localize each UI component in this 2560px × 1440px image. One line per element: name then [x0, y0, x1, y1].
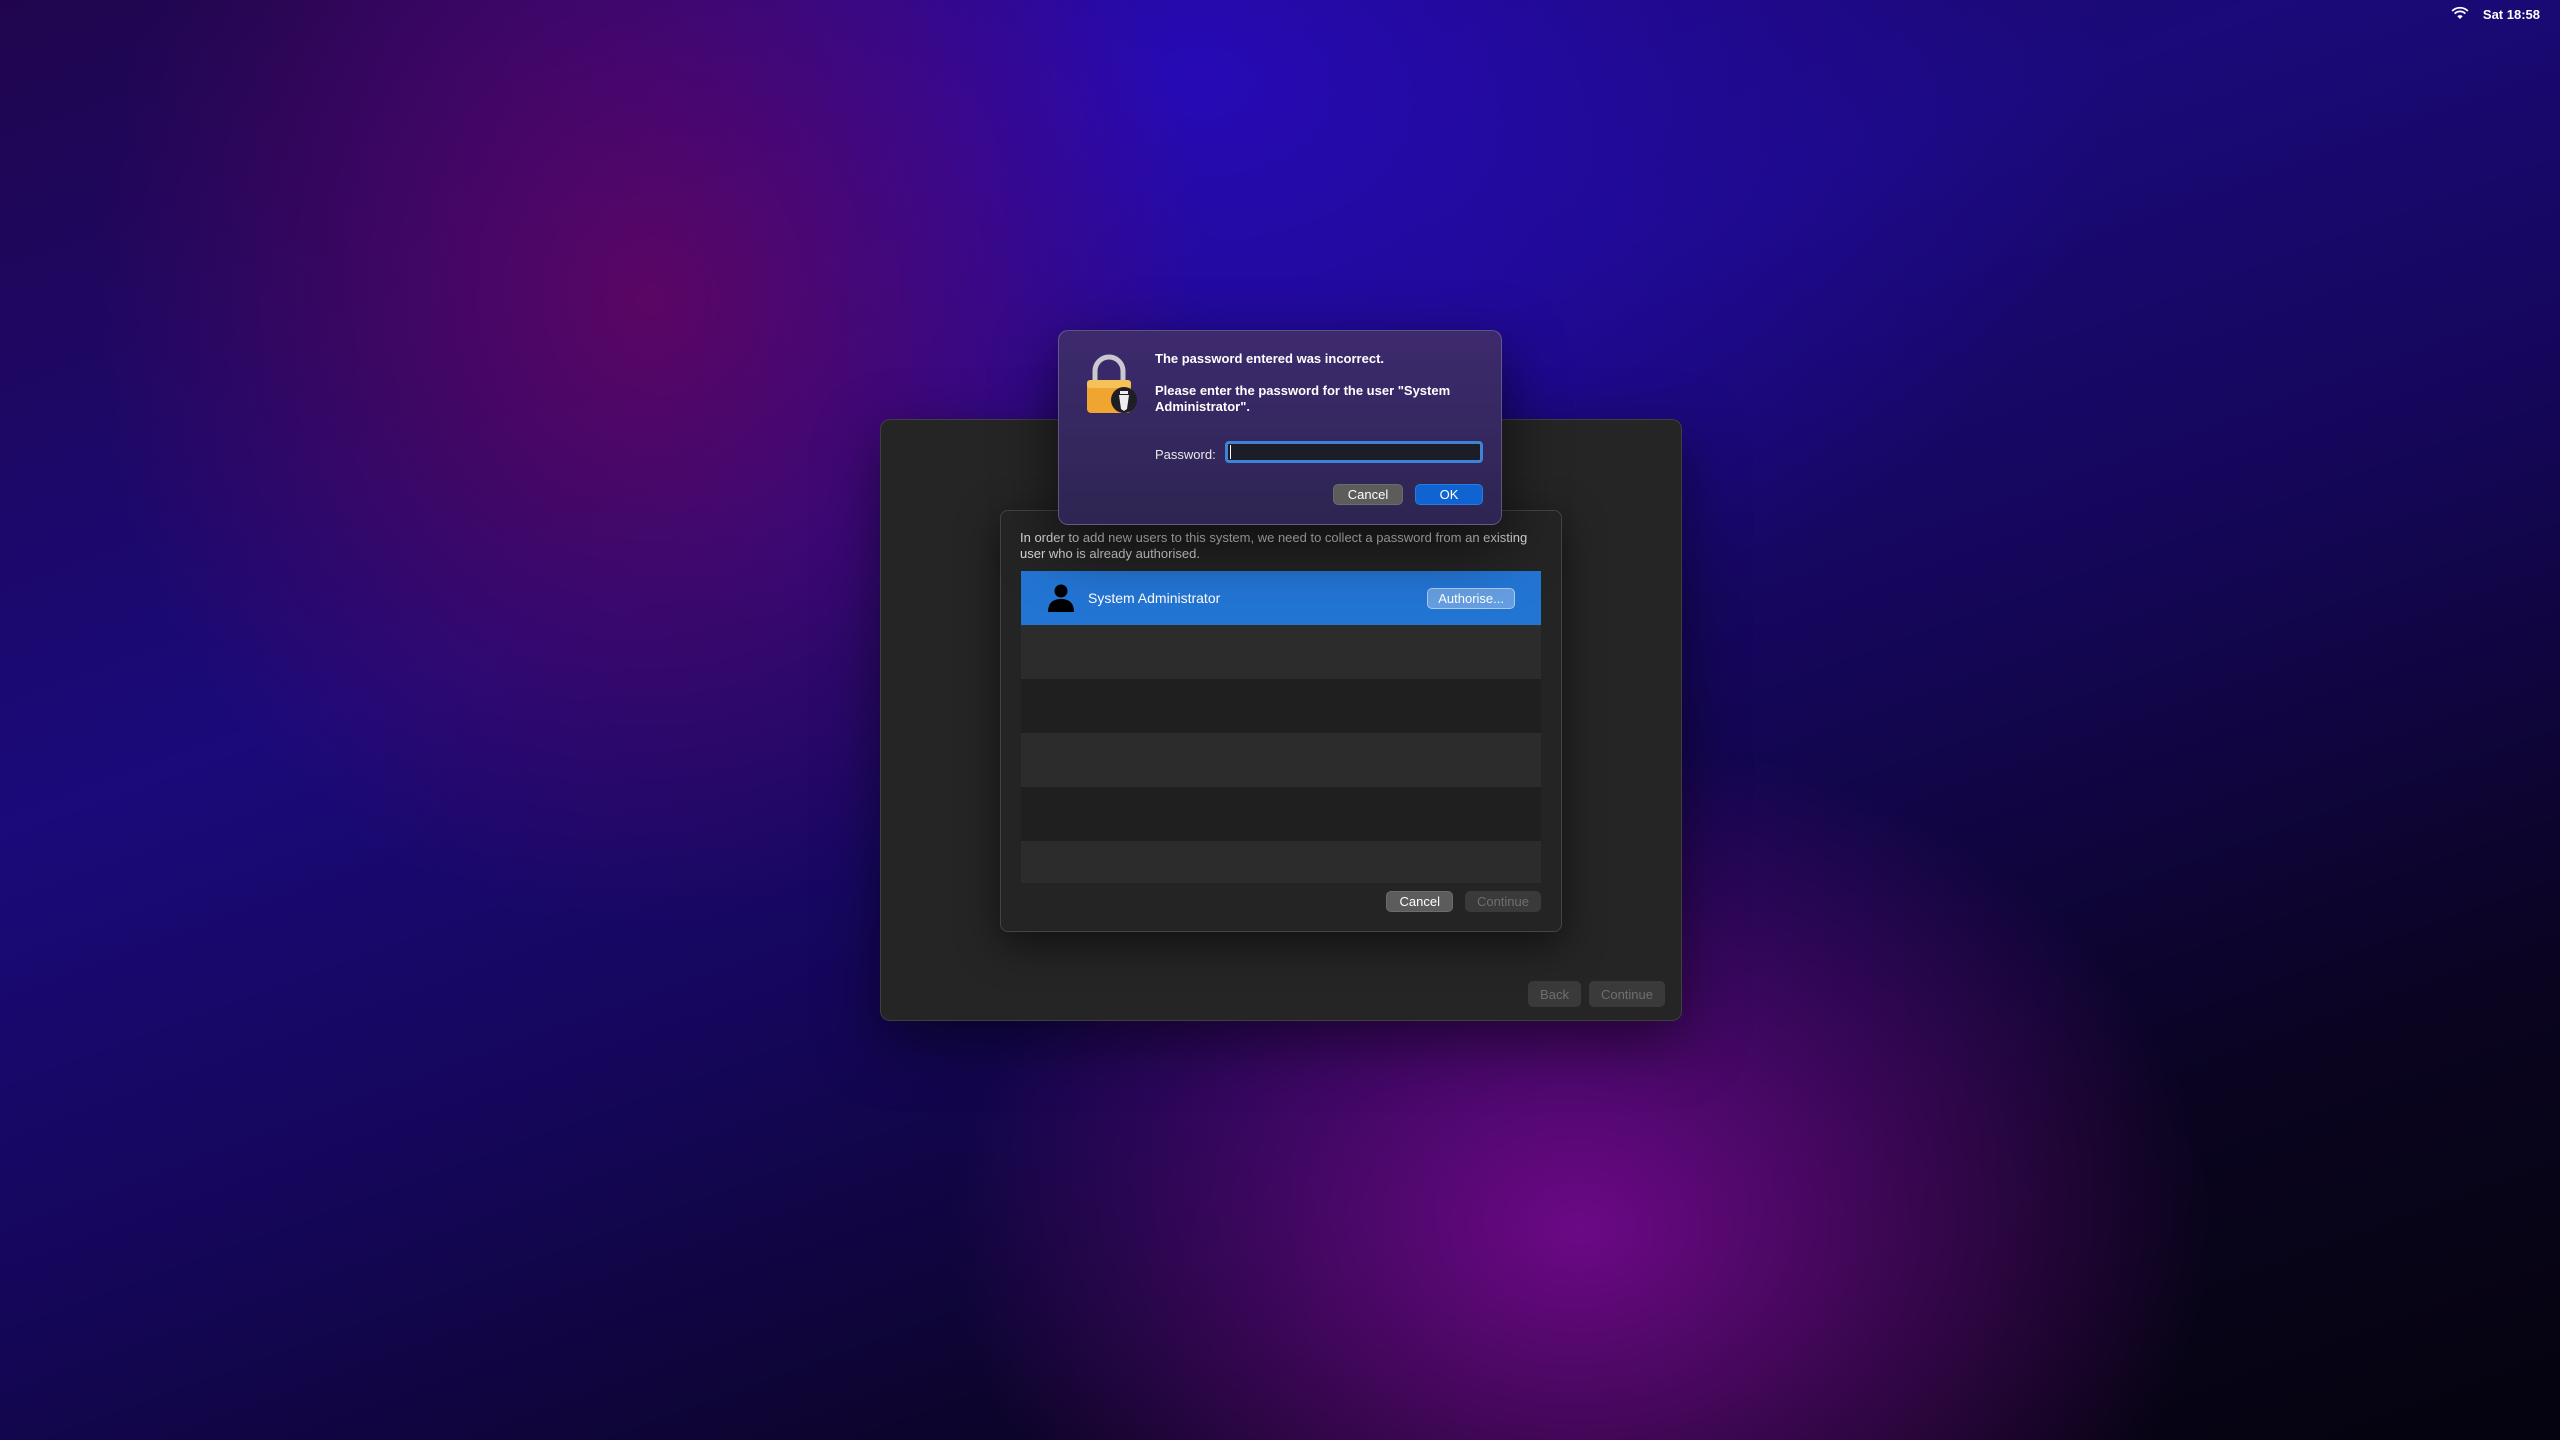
wifi-icon[interactable] — [2451, 6, 2469, 23]
authorise-button[interactable]: Authorise... — [1427, 588, 1515, 609]
user-list: System Administrator Authorise... — [1021, 571, 1541, 883]
menu-bar-clock[interactable]: Sat 18:58 — [2483, 7, 2540, 22]
user-name: System Administrator — [1088, 590, 1221, 606]
ok-button[interactable]: OK — [1415, 484, 1483, 505]
menu-bar-status: Sat 18:58 — [2451, 0, 2540, 28]
dialog-message: Please enter the password for the user "… — [1155, 383, 1451, 414]
password-label: Password: — [1155, 447, 1216, 462]
lock-icon — [1087, 354, 1137, 413]
dialog-buttons: Cancel OK — [1333, 484, 1483, 505]
list-item — [1021, 679, 1541, 733]
back-button[interactable]: Back — [1528, 981, 1581, 1007]
password-field[interactable] — [1225, 441, 1483, 463]
user-row-system-administrator[interactable]: System Administrator Authorise... — [1021, 571, 1541, 625]
list-item — [1021, 625, 1541, 679]
list-item — [1021, 787, 1541, 841]
dialog-title: The password entered was incorrect. — [1155, 351, 1385, 366]
window-footer: Back Continue — [1528, 981, 1665, 1007]
list-item — [1021, 841, 1541, 883]
authorise-sheet: In order to add new users to this system… — [1000, 510, 1562, 932]
list-item — [1021, 733, 1541, 787]
dialog-cancel-button[interactable]: Cancel — [1333, 484, 1403, 505]
sheet-footer: Cancel Continue — [1386, 891, 1541, 912]
password-dialog: The password entered was incorrect. Plea… — [1058, 330, 1502, 525]
text-caret — [1230, 445, 1231, 459]
person-icon — [1048, 584, 1074, 612]
sheet-message: In order to add new users to this system… — [1020, 530, 1528, 561]
sheet-continue-button[interactable]: Continue — [1464, 891, 1541, 912]
window-continue-button[interactable]: Continue — [1588, 981, 1665, 1007]
sheet-cancel-button[interactable]: Cancel — [1386, 891, 1453, 912]
